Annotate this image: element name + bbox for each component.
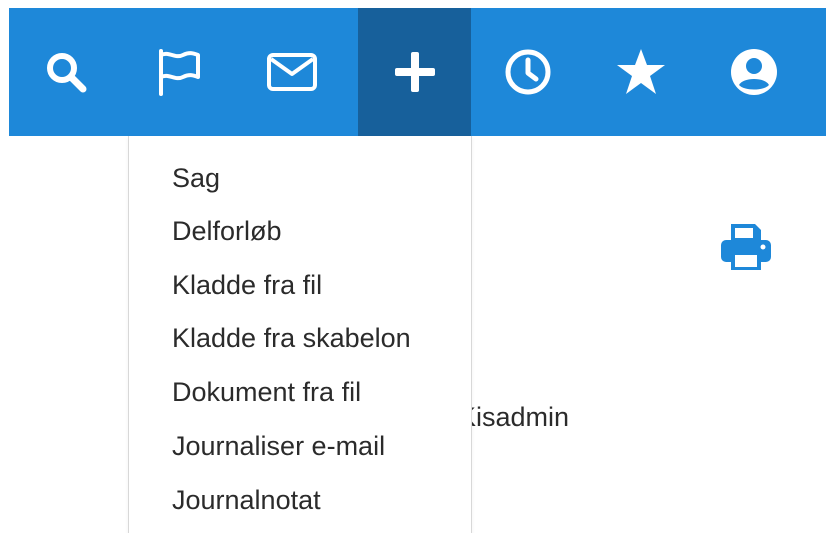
- user-icon: [729, 47, 779, 97]
- user-name-text: Kisadmin: [458, 397, 569, 437]
- menu-item-kladde-fra-skabelon[interactable]: Kladde fra skabelon: [172, 318, 411, 358]
- menu-item-delforlob[interactable]: Delforløb: [172, 211, 282, 251]
- menu-item-kladde-fra-fil[interactable]: Kladde fra fil: [172, 265, 322, 305]
- mail-button[interactable]: [235, 8, 348, 136]
- favorites-button[interactable]: [584, 8, 697, 136]
- menu-item-journaliser-e-mail[interactable]: Journaliser e-mail: [172, 426, 385, 466]
- flag-button[interactable]: [122, 8, 235, 136]
- user-name-label: Kisadmin: [458, 402, 570, 432]
- top-navigation-bar: [9, 8, 826, 136]
- flag-icon: [155, 47, 203, 97]
- search-icon: [42, 48, 90, 96]
- clock-icon: [504, 48, 552, 96]
- search-button[interactable]: [9, 8, 122, 136]
- recent-button[interactable]: [471, 8, 584, 136]
- plus-icon: [393, 50, 437, 94]
- menu-item-dokument-fra-fil[interactable]: Dokument fra fil: [172, 372, 361, 412]
- menu-item-journalnotat[interactable]: Journalnotat: [172, 480, 321, 520]
- create-new-dropdown: Sag Delforløb Kladde fra fil Kladde fra …: [128, 136, 472, 533]
- page: Kisadmin Sag Delforløb Kladde fra fil Kl…: [0, 0, 826, 533]
- envelope-icon: [266, 52, 318, 92]
- create-new-button[interactable]: [358, 8, 471, 136]
- star-icon: [615, 47, 667, 97]
- menu-item-sag[interactable]: Sag: [172, 158, 220, 198]
- profile-button[interactable]: [697, 8, 810, 136]
- print-icon[interactable]: [719, 222, 773, 272]
